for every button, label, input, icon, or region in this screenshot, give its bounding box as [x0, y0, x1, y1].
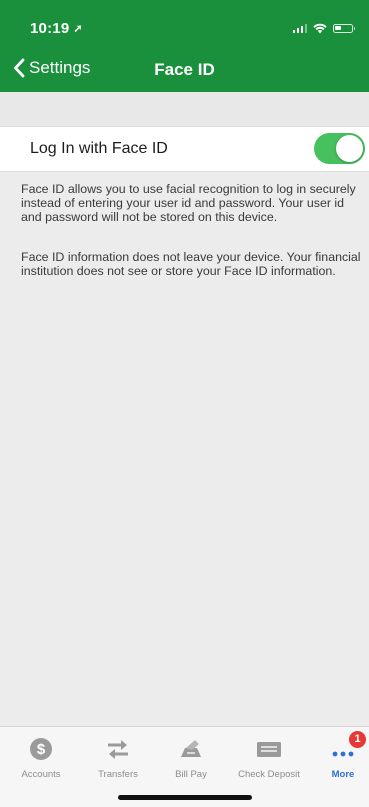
battery-level — [335, 25, 341, 31]
status-bar: 10:19 ➚ — [0, 0, 369, 46]
tab-more-label: More — [331, 769, 355, 780]
check-deposit-icon — [257, 742, 281, 757]
transfer-arrows-icon — [108, 740, 128, 759]
svg-text:$: $ — [37, 741, 46, 758]
status-time: 10:19 ➚ — [30, 20, 83, 37]
face-id-login-label: Log In with Face ID — [30, 140, 168, 157]
tab-check-deposit[interactable]: Check Deposit — [232, 737, 306, 780]
tab-more[interactable]: 1 More — [306, 731, 369, 780]
face-id-privacy-note: Face ID information does not leave your … — [21, 250, 361, 279]
tab-transfers-label: Transfers — [98, 769, 138, 780]
tab-accounts[interactable]: $ Accounts — [4, 737, 78, 780]
wifi-icon — [313, 23, 327, 33]
tab-check-deposit-label: Check Deposit — [238, 769, 300, 780]
face-id-login-row: Log In with Face ID — [0, 126, 369, 172]
face-id-login-toggle[interactable] — [314, 133, 365, 164]
status-icons — [292, 22, 355, 34]
section-spacer — [0, 92, 369, 126]
tab-bill-pay[interactable]: Bill Pay — [154, 737, 228, 780]
notification-badge: 1 — [349, 731, 366, 748]
tab-accounts-label: Accounts — [21, 769, 61, 780]
face-id-settings-screen: 10:19 ➚ Settings Face ID Log In with Fac… — [0, 0, 369, 807]
clock-time: 10:19 — [30, 20, 70, 37]
tab-transfers[interactable]: Transfers — [81, 737, 155, 780]
home-indicator — [118, 795, 252, 800]
tab-bill-pay-label: Bill Pay — [175, 769, 207, 780]
app-header: 10:19 ➚ Settings Face ID — [0, 0, 369, 92]
battery-icon — [333, 23, 355, 33]
face-id-description: Face ID allows you to use facial recogni… — [21, 182, 356, 225]
dollar-circle-icon: $ — [30, 738, 52, 760]
location-arrow-icon: ➚ — [73, 23, 83, 35]
bill-pay-icon — [181, 740, 201, 757]
toggle-knob — [336, 135, 363, 162]
navigation-bar: Settings Face ID — [0, 50, 369, 88]
cellular-signal-icon — [292, 23, 307, 33]
page-title: Face ID — [154, 60, 215, 79]
